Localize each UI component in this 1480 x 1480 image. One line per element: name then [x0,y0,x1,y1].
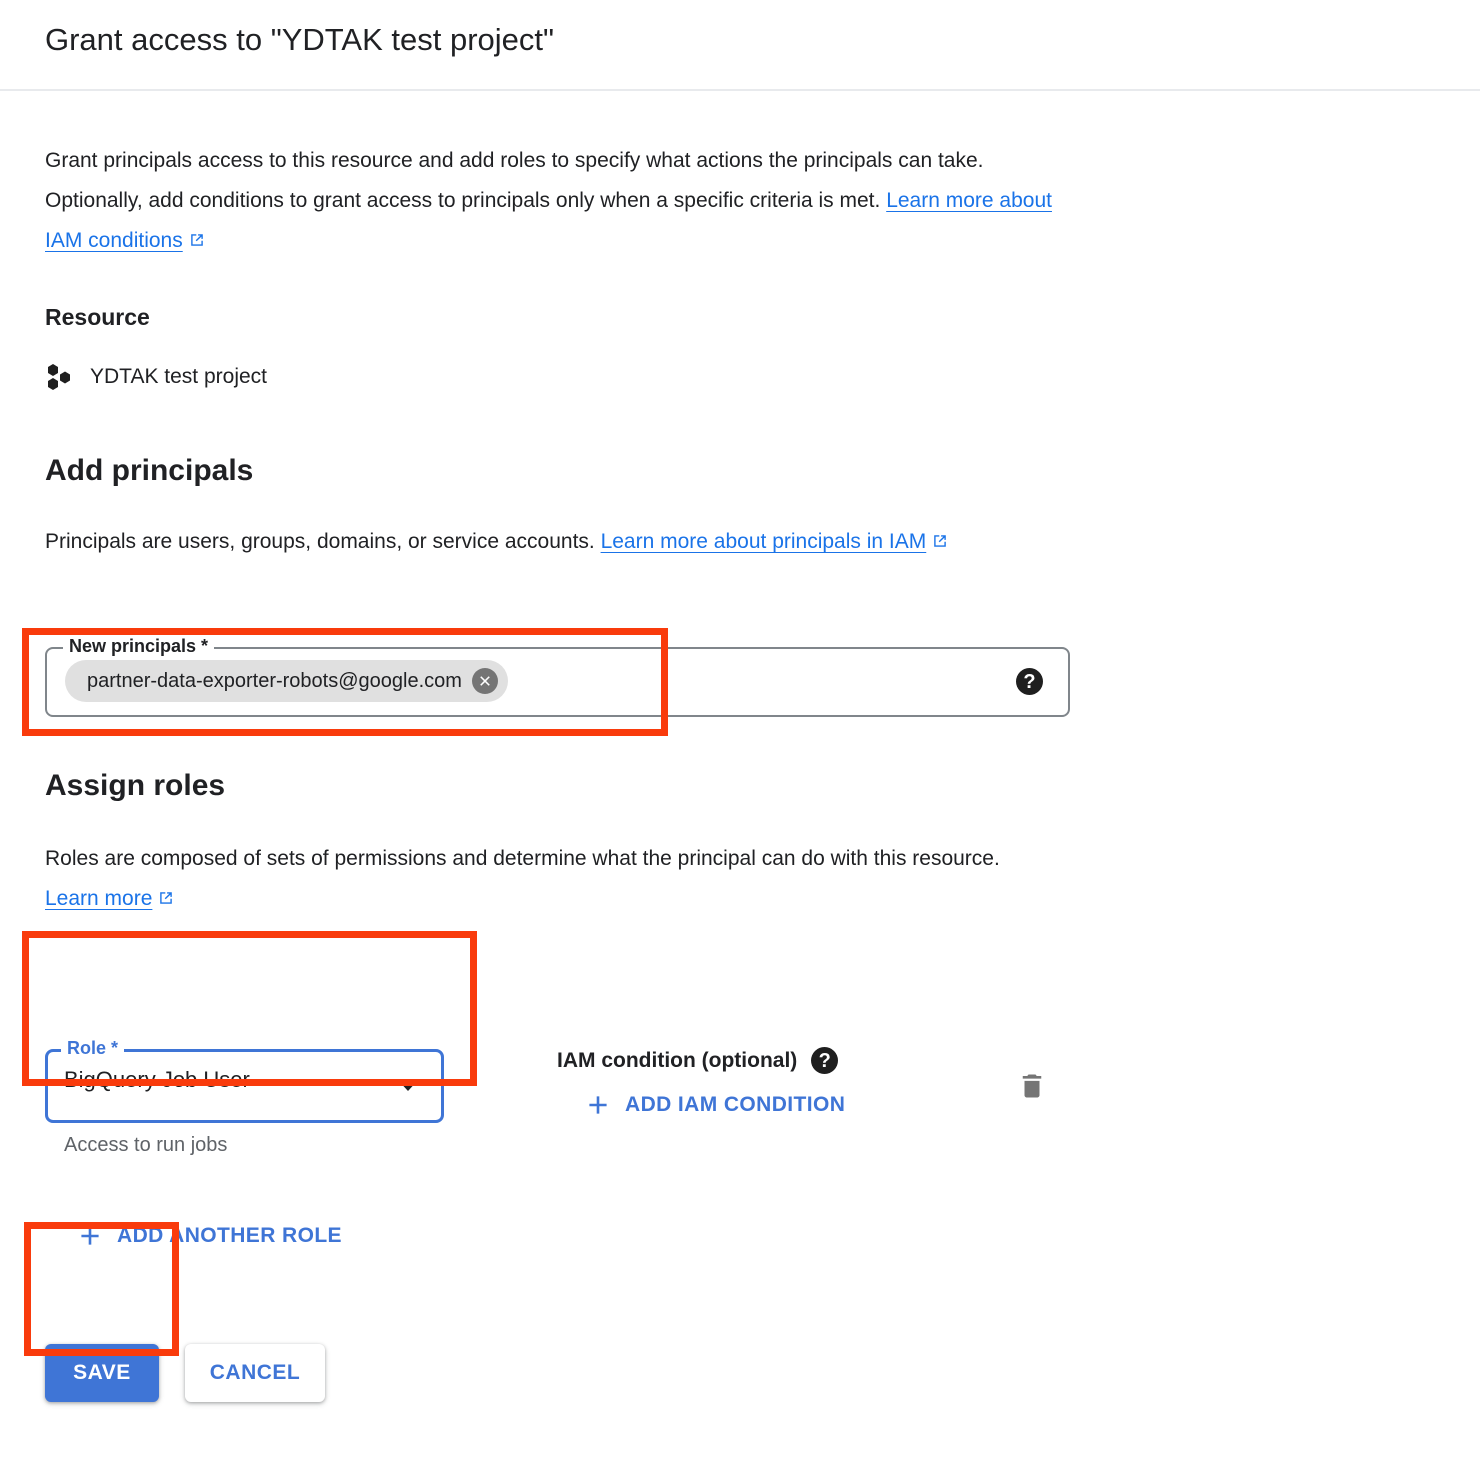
plus-icon [586,1093,610,1117]
project-hexagons-icon [45,362,75,392]
new-principals-field[interactable]: New principals * partner-data-exporter-r… [45,634,1070,717]
help-icon[interactable]: ? [1016,668,1043,695]
chevron-down-icon[interactable] [397,1079,419,1091]
delete-role-button[interactable] [1008,1063,1056,1111]
plus-icon [78,1224,102,1248]
role-description-hint: Access to run jobs [64,1134,228,1156]
resource-name: YDTAK test project [90,365,268,388]
principal-chip-label: partner-data-exporter-robots@google.com [87,669,462,692]
learn-more-roles-link[interactable]: Learn more [45,887,152,910]
page-title: Grant access to "YDTAK test project" [45,22,555,57]
trash-icon [1017,1071,1047,1104]
assign-roles-description: Roles are composed of sets of permission… [45,839,1045,919]
add-another-role-button[interactable]: ADD ANOTHER ROLE [70,1218,350,1254]
add-iam-condition-button[interactable]: ADD IAM CONDITION [578,1087,853,1123]
grant-access-dialog: Grant access to "YDTAK test project" Gra… [0,0,1480,1480]
intro-paragraph: Grant principals access to this resource… [45,141,1060,261]
new-principals-label: New principals * [63,634,215,658]
roles-description-text: Roles are composed of sets of permission… [45,847,1000,870]
role-select-label: Role * [61,1035,125,1061]
add-iam-condition-label: ADD IAM CONDITION [625,1093,846,1116]
help-icon-glyph: ? [1023,670,1036,693]
external-link-icon [158,890,174,906]
help-icon-glyph: ? [818,1049,831,1072]
external-link-icon [932,533,948,549]
role-select[interactable]: Role * BigQuery Job User [45,1035,444,1123]
close-circle-icon[interactable] [471,668,498,694]
cancel-button[interactable]: CANCEL [185,1344,325,1402]
save-button[interactable]: SAVE [45,1344,159,1402]
add-principals-description: Principals are users, groups, domains, o… [45,522,1060,562]
iam-condition-label-text: IAM condition (optional) [557,1048,798,1072]
role-select-value: BigQuery Job User [64,1067,250,1092]
resource-row: YDTAK test project [45,362,267,392]
external-link-icon [189,232,205,248]
intro-text: Grant principals access to this resource… [45,149,984,212]
iam-condition-label: IAM condition (optional) ? [557,1047,839,1074]
resource-heading: Resource [45,304,150,330]
assign-roles-heading: Assign roles [45,769,226,802]
help-icon[interactable]: ? [811,1047,839,1074]
dialog-header: Grant access to "YDTAK test project" [0,0,1480,91]
add-another-role-label: ADD ANOTHER ROLE [117,1224,342,1247]
learn-more-principals-link[interactable]: Learn more about principals in IAM [601,530,927,553]
add-principals-heading: Add principals [45,454,254,487]
principal-chip[interactable]: partner-data-exporter-robots@google.com [65,660,508,702]
principals-description-text: Principals are users, groups, domains, o… [45,530,601,553]
